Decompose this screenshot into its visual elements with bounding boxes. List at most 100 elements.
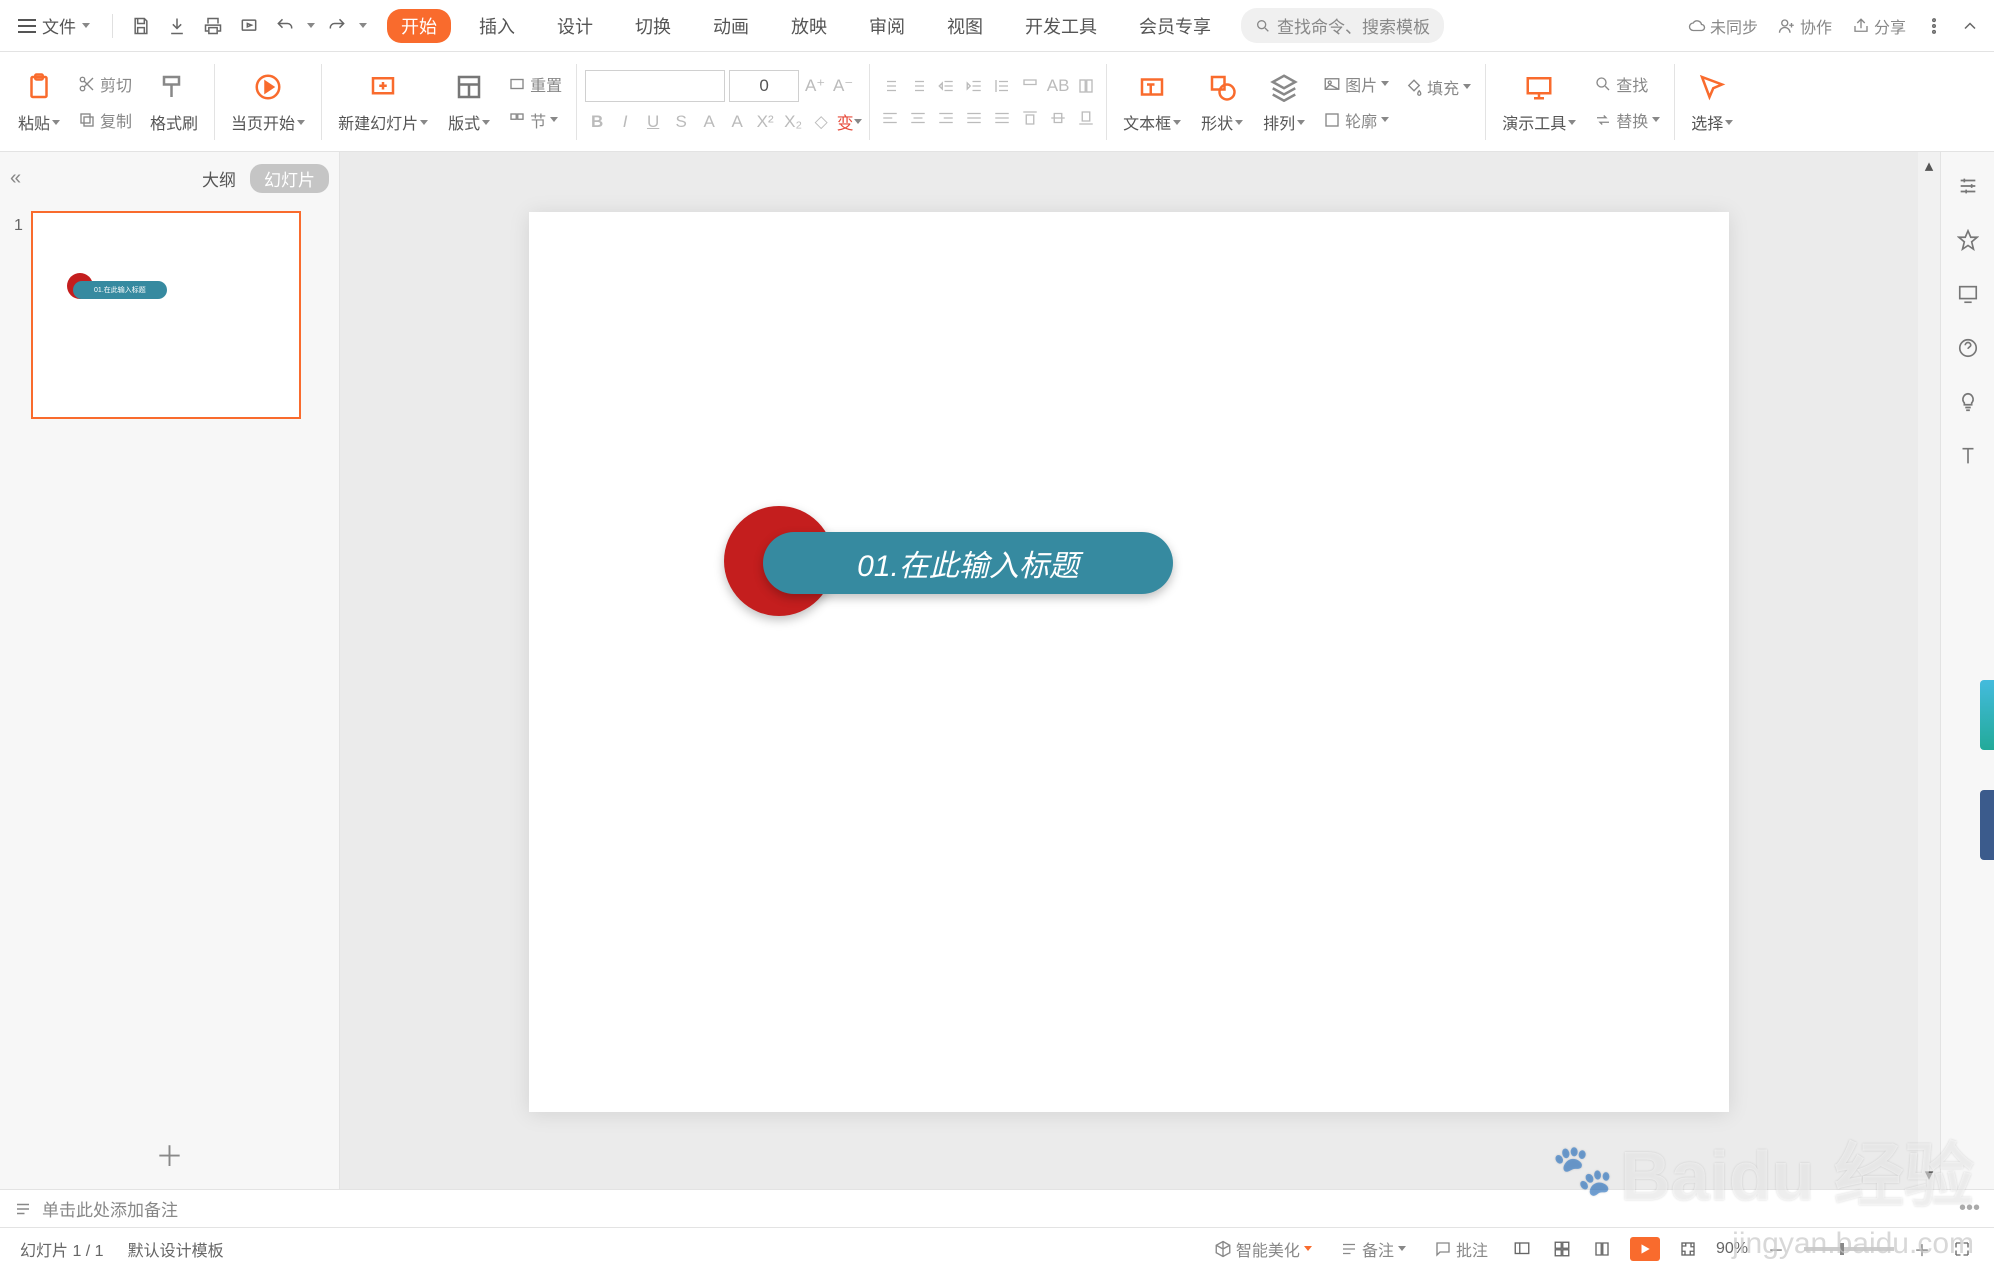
tab-devtools[interactable]: 开发工具 xyxy=(1011,9,1111,43)
tab-review[interactable]: 审阅 xyxy=(855,9,919,43)
star-icon[interactable] xyxy=(1954,226,1982,254)
highlight-icon[interactable]: A xyxy=(725,110,749,134)
scroll-up-icon[interactable]: ▴ xyxy=(1925,156,1934,176)
textbox-button[interactable]: 文本框 xyxy=(1123,110,1181,134)
align-text-icon[interactable]: AB xyxy=(1046,74,1070,98)
scroll-down-icon[interactable]: ▾ xyxy=(1925,1165,1934,1185)
format-painter-icon[interactable] xyxy=(156,69,192,105)
maximize-icon[interactable] xyxy=(1950,1237,1974,1261)
vertical-mid-icon[interactable] xyxy=(1046,106,1070,130)
font-size-input[interactable]: 0 xyxy=(729,70,799,102)
slide-canvas[interactable]: 01.在此输入标题 xyxy=(529,212,1729,1112)
collapse-ribbon-icon[interactable] xyxy=(1956,12,1984,40)
notes-more-icon[interactable]: ••• xyxy=(1959,1197,1980,1220)
layout-button[interactable]: 版式 xyxy=(448,110,490,134)
notes-button[interactable]: 备注 xyxy=(1334,1234,1412,1264)
settings-icon[interactable] xyxy=(1954,172,1982,200)
replace-button[interactable]: 替换 xyxy=(1588,105,1666,135)
play-from-current-icon[interactable] xyxy=(250,69,286,105)
layout-icon[interactable] xyxy=(451,69,487,105)
tab-insert[interactable]: 插入 xyxy=(465,9,529,43)
clear-format-icon[interactable]: ◇ xyxy=(809,110,833,134)
align-justify-icon[interactable] xyxy=(962,106,986,130)
canvas-area[interactable]: 01.在此输入标题 xyxy=(340,152,1918,1189)
zoom-slider[interactable] xyxy=(1804,1247,1894,1251)
increase-indent-icon[interactable] xyxy=(962,74,986,98)
notes-pane[interactable]: 单击此处添加备注 ••• xyxy=(0,1189,1994,1227)
vertical-top-icon[interactable] xyxy=(1018,106,1042,130)
add-slide-button[interactable]: ＋ xyxy=(0,1121,339,1189)
redo-icon[interactable] xyxy=(323,12,351,40)
panel-tab-slides[interactable]: 幻灯片 xyxy=(250,164,329,193)
increase-font-icon[interactable]: A⁺ xyxy=(803,74,827,98)
section-button[interactable]: 节 xyxy=(502,105,568,135)
paste-button[interactable]: 粘贴 xyxy=(18,110,60,134)
align-center-icon[interactable] xyxy=(906,106,930,130)
search-box[interactable]: 查找命令、搜索模板 xyxy=(1241,8,1444,43)
font-family-input[interactable] xyxy=(585,70,725,102)
number-list-icon[interactable] xyxy=(906,74,930,98)
export-icon[interactable] xyxy=(163,12,191,40)
tab-design[interactable]: 设计 xyxy=(543,9,607,43)
bulb-icon[interactable] xyxy=(1954,388,1982,416)
vertical-scrollbar[interactable]: ▴ ▾ xyxy=(1918,152,1940,1189)
undo-dropdown[interactable] xyxy=(307,23,315,28)
tab-start[interactable]: 开始 xyxy=(387,9,451,43)
decrease-indent-icon[interactable] xyxy=(934,74,958,98)
align-right-icon[interactable] xyxy=(934,106,958,130)
fit-icon[interactable] xyxy=(1676,1237,1700,1261)
shape-button[interactable]: 形状 xyxy=(1201,110,1243,134)
outline-button[interactable]: 轮廓 xyxy=(1317,105,1395,135)
bold-icon[interactable]: B xyxy=(585,110,609,134)
tab-slideshow[interactable]: 放映 xyxy=(777,9,841,43)
arrange-icon[interactable] xyxy=(1266,69,1302,105)
edge-tab-green[interactable] xyxy=(1980,680,1994,750)
italic-icon[interactable]: I xyxy=(613,110,637,134)
sorter-view-icon[interactable] xyxy=(1550,1237,1574,1261)
tab-transition[interactable]: 切换 xyxy=(621,9,685,43)
select-icon[interactable] xyxy=(1694,69,1730,105)
bullet-list-icon[interactable] xyxy=(878,74,902,98)
zoom-value[interactable]: 90% xyxy=(1716,1240,1748,1258)
normal-view-icon[interactable] xyxy=(1510,1237,1534,1261)
underline-icon[interactable]: U xyxy=(641,110,665,134)
preview-icon[interactable] xyxy=(235,12,263,40)
new-slide-button[interactable]: 新建幻灯片 xyxy=(338,110,428,134)
smart-beautify-button[interactable]: 智能美化 xyxy=(1208,1234,1318,1264)
vertical-bot-icon[interactable] xyxy=(1074,106,1098,130)
help-icon[interactable] xyxy=(1954,334,1982,362)
format-painter-button[interactable]: 格式刷 xyxy=(150,110,198,134)
new-slide-icon[interactable] xyxy=(365,69,401,105)
arrange-button[interactable]: 排列 xyxy=(1263,110,1305,134)
edge-tab-blue[interactable] xyxy=(1980,790,1994,860)
paste-icon[interactable] xyxy=(21,69,57,105)
print-icon[interactable] xyxy=(199,12,227,40)
redo-dropdown[interactable] xyxy=(359,23,367,28)
decrease-font-icon[interactable]: A⁻ xyxy=(831,74,855,98)
distribute-icon[interactable] xyxy=(990,106,1014,130)
slide-thumbnail[interactable]: 01.在此输入标题 xyxy=(31,211,301,419)
comments-button[interactable]: 批注 xyxy=(1428,1234,1494,1264)
panel-tab-outline[interactable]: 大纲 xyxy=(202,166,236,191)
undo-icon[interactable] xyxy=(271,12,299,40)
cut-button[interactable]: 剪切 xyxy=(72,69,138,99)
text-icon[interactable] xyxy=(1954,442,1982,470)
tools-icon[interactable] xyxy=(1521,69,1557,105)
more-icon[interactable] xyxy=(1920,12,1948,40)
tools-button[interactable]: 演示工具 xyxy=(1502,110,1576,134)
text-effects-icon[interactable]: 变 xyxy=(837,110,861,134)
zoom-out-icon[interactable]: － xyxy=(1764,1237,1788,1261)
from-current-button[interactable]: 当页开始 xyxy=(231,110,305,134)
save-icon[interactable] xyxy=(127,12,155,40)
copy-button[interactable]: 复制 xyxy=(72,105,138,135)
find-button[interactable]: 查找 xyxy=(1588,69,1666,99)
text-direction-icon[interactable] xyxy=(1018,74,1042,98)
collab-button[interactable]: 协作 xyxy=(1772,11,1838,41)
strike-icon[interactable]: S xyxy=(669,110,693,134)
sync-button[interactable]: 未同步 xyxy=(1682,11,1764,41)
superscript-icon[interactable]: X² xyxy=(753,110,777,134)
font-color-icon[interactable]: A xyxy=(697,110,721,134)
tab-animation[interactable]: 动画 xyxy=(699,9,763,43)
tab-member[interactable]: 会员专享 xyxy=(1125,9,1225,43)
tab-view[interactable]: 视图 xyxy=(933,9,997,43)
